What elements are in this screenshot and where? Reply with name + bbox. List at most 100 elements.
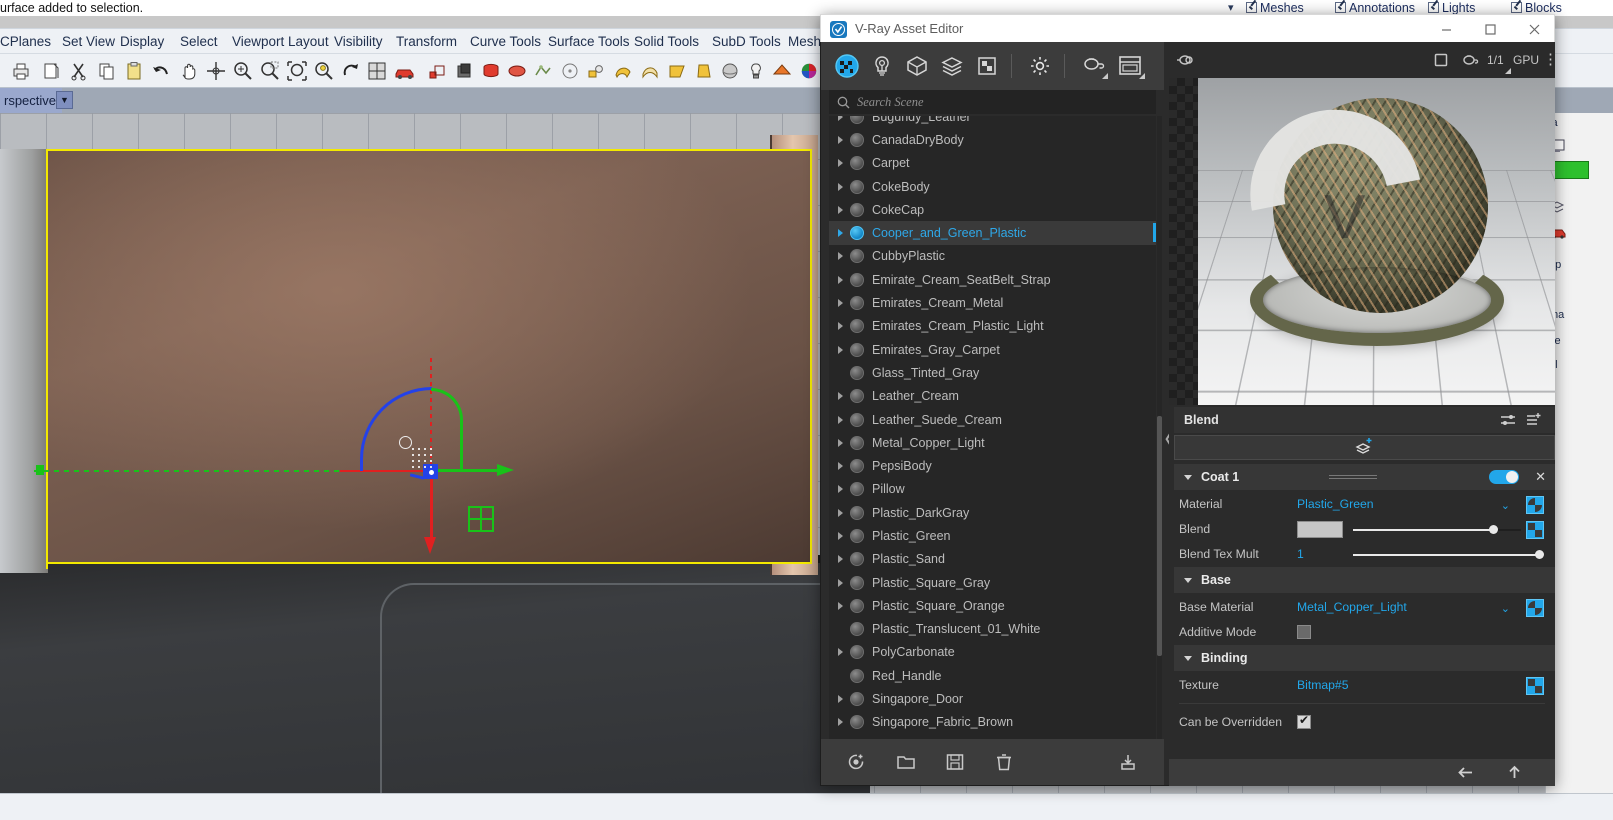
expand-triangle-icon[interactable] [838, 275, 843, 284]
box-solid-icon[interactable] [451, 58, 477, 84]
render-dropdown-corner-icon[interactable] [1102, 73, 1108, 79]
material-list-item[interactable]: Plastic_Square_Orange [829, 594, 1156, 617]
material-list-item[interactable]: Leather_Suede_Cream [829, 408, 1156, 431]
menu-item-curve-tools[interactable]: Curve Tools [470, 29, 541, 55]
delete-icon[interactable] [992, 750, 1016, 774]
menu-item-solid-tools[interactable]: Solid Tools [634, 29, 699, 55]
material-list-item[interactable]: Emirate_Cream_SeatBelt_Strap [829, 268, 1156, 291]
section-coat-1-header[interactable]: Coat 1 ✕ [1174, 464, 1555, 490]
coat-1-enable-toggle[interactable] [1489, 470, 1519, 484]
back-arrow-icon[interactable] [1457, 765, 1474, 785]
import-icon[interactable] [1116, 750, 1140, 774]
material-list-item[interactable]: CokeCap [829, 198, 1156, 221]
viewport-layout-icon[interactable] [364, 58, 390, 84]
menu-item-surface-tools[interactable]: Surface Tools [548, 29, 630, 55]
preview-ratio-label[interactable]: 1/1 [1487, 50, 1504, 70]
expand-triangle-icon[interactable] [838, 531, 843, 540]
mesh-tools-icon[interactable] [530, 58, 556, 84]
blend-tex-mult-slider-track[interactable] [1353, 554, 1539, 556]
material-list-item[interactable]: Red_Handle [829, 664, 1156, 687]
render-elements-icon[interactable] [938, 52, 966, 80]
search-input[interactable]: Search Scene [829, 90, 1156, 114]
expand-triangle-icon[interactable] [838, 695, 843, 704]
material-list-item[interactable]: CokeBody [829, 175, 1156, 198]
car-icon[interactable] [392, 58, 418, 84]
light-icon[interactable] [743, 58, 769, 84]
ratio-dropdown-corner-icon[interactable] [1505, 68, 1511, 74]
material-list-item[interactable]: Leather_Cream [829, 385, 1156, 408]
expand-triangle-icon[interactable] [838, 116, 843, 121]
scrollbar-thumb[interactable] [1157, 416, 1162, 656]
expand-triangle-icon[interactable] [838, 415, 843, 424]
section-drag-grip[interactable] [1329, 475, 1377, 480]
material-list-scrollbar[interactable] [1157, 116, 1162, 780]
binding-texture-slot-icon[interactable] [1526, 677, 1544, 695]
extrude-icon[interactable] [583, 58, 609, 84]
zoom-in-icon[interactable] [230, 58, 256, 84]
blend-texture-slot-icon[interactable] [1526, 521, 1544, 539]
vray-asset-editor-window[interactable]: V-Ray Asset Editor Search Scene Bugundy_… [820, 14, 1558, 786]
viewport-selected-surface[interactable] [0, 149, 812, 564]
menu-item-cplanes[interactable]: CPlanes [0, 29, 51, 55]
material-list-item[interactable]: Singapore_Door [829, 687, 1156, 710]
save-icon[interactable] [943, 750, 967, 774]
print-icon[interactable] [8, 58, 34, 84]
expand-triangle-icon[interactable] [838, 438, 843, 447]
cut-icon[interactable] [66, 58, 92, 84]
loft-icon[interactable] [637, 58, 663, 84]
menu-item-transform[interactable]: Transform [396, 29, 457, 55]
frame-buffer-dropdown-corner-icon[interactable] [1139, 73, 1145, 79]
preview-toggle-icon[interactable] [1175, 50, 1195, 70]
revolve-icon[interactable] [691, 58, 717, 84]
viewport-tab-perspective[interactable]: rspective [0, 88, 63, 113]
material-list-item[interactable]: Plastic_Square_Gray [829, 571, 1156, 594]
material-list[interactable]: Bugundy_Leather CanadaDryBody Carpet CokeBo… [829, 116, 1156, 780]
can-be-overridden-checkbox[interactable] [1297, 713, 1311, 729]
expand-triangle-icon[interactable] [838, 205, 843, 214]
gizmo-translate-red[interactable] [430, 471, 433, 539]
material-list-item[interactable]: Singapore_Fabric_Brown [829, 711, 1156, 734]
zoom-window-icon[interactable] [257, 58, 283, 84]
material-list-item[interactable]: Emirates_Gray_Carpet [829, 338, 1156, 361]
material-list-item[interactable]: PepsiBody [829, 454, 1156, 477]
paste-icon[interactable] [121, 58, 147, 84]
material-list-item[interactable]: Emirates_Cream_Metal [829, 291, 1156, 314]
menu-item-viewport-layout[interactable]: Viewport Layout [232, 29, 329, 55]
render-preview-icon[interactable] [769, 58, 795, 84]
blend-color-swatch[interactable] [1297, 521, 1343, 538]
viewport-tab-dropdown-icon[interactable]: ▼ [56, 91, 73, 109]
menu-item-set-view[interactable]: Set View [62, 29, 115, 55]
settings-icon[interactable] [1026, 52, 1054, 80]
open-icon[interactable] [894, 750, 918, 774]
material-list-item[interactable]: Plastic_DarkGray [829, 501, 1156, 524]
section-binding-header[interactable]: Binding [1174, 645, 1555, 671]
square-icon[interactable] [1433, 50, 1449, 70]
add-asset-icon[interactable] [844, 750, 868, 774]
expand-triangle-icon[interactable] [838, 229, 843, 238]
expand-triangle-icon[interactable] [838, 345, 843, 354]
gizmo-plane-handle[interactable] [468, 506, 494, 532]
add-layer-button[interactable] [1174, 435, 1555, 460]
row-blend-tex-mult-value[interactable]: 1 [1297, 542, 1304, 567]
teapot-icon[interactable] [1460, 50, 1480, 70]
material-list-item[interactable]: Bugundy_Leather [829, 116, 1156, 128]
materials-icon[interactable] [833, 52, 861, 80]
expand-triangle-icon[interactable] [838, 135, 843, 144]
rotate-view-icon[interactable] [338, 58, 364, 84]
zoom-extents-icon[interactable] [284, 58, 310, 84]
base-material-texture-slot-icon[interactable] [1526, 599, 1544, 617]
kebab-menu-icon[interactable]: ⋮ [1543, 50, 1558, 70]
rhino-right-panel[interactable]: la pp ma se gl [1545, 113, 1613, 820]
menu-item-subd-tools[interactable]: SubD Tools [712, 29, 781, 55]
menu-item-mesh[interactable]: Mesh [788, 29, 821, 55]
expand-triangle-icon[interactable] [838, 392, 843, 401]
green-swatch[interactable] [1549, 161, 1589, 179]
material-list-item[interactable]: Plastic_Sand [829, 548, 1156, 571]
expand-triangle-icon[interactable] [838, 159, 843, 168]
material-list-item[interactable]: Plastic_Translucent_01_White [829, 618, 1156, 641]
menu-item-visibility[interactable]: Visibility [334, 29, 383, 55]
chevron-down-icon[interactable]: ⌄ [1501, 499, 1510, 512]
expand-triangle-icon[interactable] [838, 555, 843, 564]
gizmo-green-handle[interactable] [36, 465, 44, 475]
export-icon[interactable] [38, 58, 64, 84]
